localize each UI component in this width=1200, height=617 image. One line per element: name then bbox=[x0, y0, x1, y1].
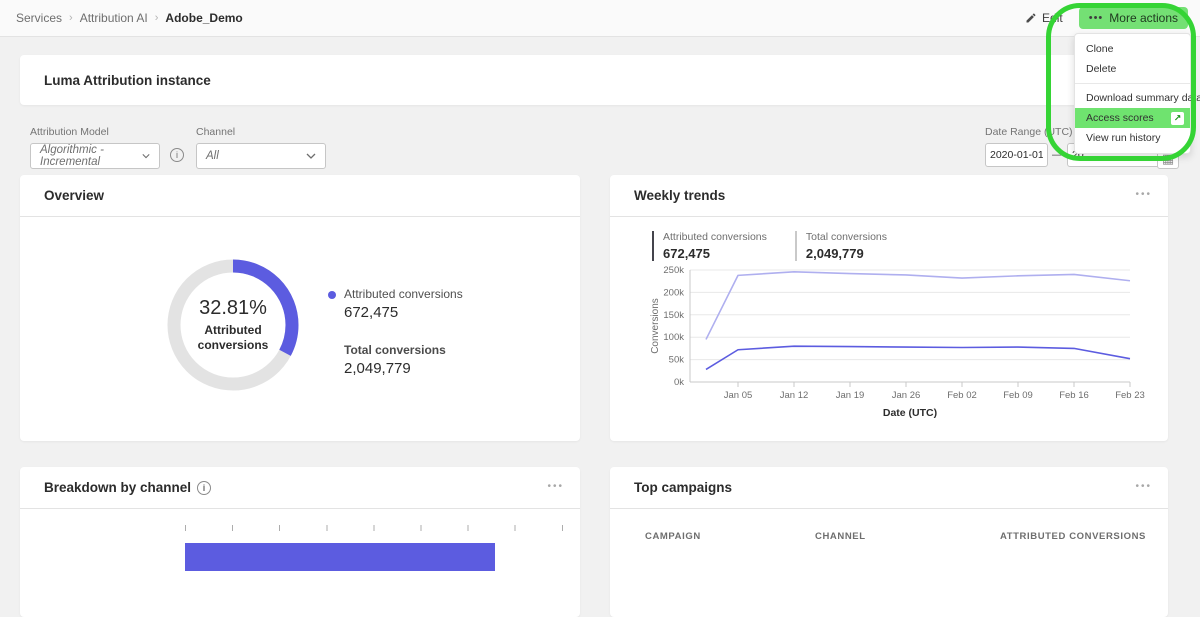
breadcrumb: Services › Attribution AI › Adobe_Demo bbox=[16, 11, 243, 25]
svg-text:200k: 200k bbox=[663, 287, 684, 298]
breadcrumb-services[interactable]: Services bbox=[16, 11, 62, 25]
overview-title: Overview bbox=[44, 188, 105, 203]
svg-text:50k: 50k bbox=[669, 355, 685, 366]
donut-percent: 32.81% bbox=[199, 297, 267, 319]
weekly-trends-header: Weekly trends ••• bbox=[610, 175, 1168, 217]
svg-text:150k: 150k bbox=[663, 310, 684, 321]
menu-item-clone[interactable]: Clone bbox=[1075, 39, 1190, 59]
top-campaigns-header: Top campaigns ••• bbox=[610, 467, 1168, 509]
legend-item-total: Total conversions 2,049,779 bbox=[328, 343, 463, 377]
svg-text:250k: 250k bbox=[663, 265, 684, 276]
overview-card-header: Overview bbox=[20, 175, 580, 217]
breakdown-info-icon[interactable]: i bbox=[197, 480, 212, 495]
svg-text:Date (UTC): Date (UTC) bbox=[883, 407, 937, 419]
chevron-down-icon bbox=[142, 154, 150, 159]
menu-separator bbox=[1075, 83, 1190, 84]
svg-text:Jan 26: Jan 26 bbox=[892, 390, 921, 401]
column-header-campaign: CAMPAIGN bbox=[645, 531, 701, 542]
svg-text:Feb 02: Feb 02 bbox=[947, 390, 977, 401]
breakdown-title: Breakdown by channel bbox=[44, 480, 192, 495]
legend-value: 672,475 bbox=[344, 304, 399, 321]
attribution-model-select[interactable]: Algorithmic - Incremental bbox=[30, 143, 160, 169]
channel-bar bbox=[185, 543, 495, 571]
channel-filter: Channel All bbox=[196, 126, 326, 169]
legend-label: Total conversions bbox=[344, 343, 446, 357]
trend-legend-label: Attributed conversions bbox=[663, 231, 767, 243]
overview-card: Overview 32.81% Attributed conversions A… bbox=[20, 175, 580, 441]
axis-ticks bbox=[185, 525, 563, 531]
legend-item-attributed: Attributed conversions 672,475 bbox=[328, 287, 463, 321]
top-campaigns-card: Top campaigns ••• CAMPAIGN CHANNEL ATTRI… bbox=[610, 467, 1168, 617]
edit-button[interactable]: Edit bbox=[1017, 7, 1071, 29]
breadcrumb-separator: › bbox=[69, 12, 73, 24]
attribution-model-filter: Attribution Model Algorithmic - Incremen… bbox=[30, 126, 160, 169]
weekly-trends-title: Weekly trends bbox=[634, 188, 726, 203]
legend-dot-icon bbox=[328, 291, 336, 299]
more-actions-menu: Clone Delete Download summary data Acces… bbox=[1074, 33, 1200, 154]
trend-legend-attributed[interactable]: Attributed conversions 672,475 bbox=[652, 231, 767, 261]
attribution-model-label: Attribution Model bbox=[30, 126, 109, 138]
top-bar: Services › Attribution AI › Adobe_Demo E… bbox=[0, 0, 1200, 37]
trend-legend-total[interactable]: Total conversions 2,049,779 bbox=[794, 231, 888, 261]
svg-text:0k: 0k bbox=[674, 377, 684, 388]
trend-legend-value: 672,475 bbox=[663, 246, 710, 261]
topbar-actions: Edit ••• More actions bbox=[1017, 7, 1188, 29]
svg-text:Feb 16: Feb 16 bbox=[1059, 390, 1089, 401]
menu-item-download-summary-data[interactable]: Download summary data bbox=[1075, 88, 1200, 108]
donut-metric-label: Attributed conversions bbox=[197, 323, 269, 352]
more-options-icon[interactable]: ••• bbox=[1135, 481, 1152, 492]
date-range-start-input[interactable] bbox=[985, 143, 1048, 167]
breadcrumb-attribution-ai[interactable]: Attribution AI bbox=[80, 11, 148, 25]
trend-legend: Attributed conversions 672,475 Total con… bbox=[652, 231, 887, 261]
top-campaigns-title: Top campaigns bbox=[634, 480, 733, 495]
channel-label: Channel bbox=[196, 126, 236, 138]
breakdown-by-channel-card: Breakdown by channel i ••• bbox=[20, 467, 580, 617]
svg-text:Jan 12: Jan 12 bbox=[780, 390, 809, 401]
attribution-model-value: Algorithmic - Incremental bbox=[40, 144, 104, 168]
svg-text:Feb 23: Feb 23 bbox=[1115, 390, 1145, 401]
open-in-new-icon: ↗ bbox=[1171, 111, 1184, 125]
date-range-separator: — bbox=[1052, 149, 1063, 161]
donut-chart: 32.81% Attributed conversions bbox=[163, 255, 303, 395]
svg-text:100k: 100k bbox=[663, 332, 684, 343]
edit-label: Edit bbox=[1042, 11, 1063, 25]
channel-select[interactable]: All bbox=[196, 143, 326, 169]
chevron-down-icon bbox=[306, 153, 316, 159]
access-scores-label: Access scores bbox=[1086, 112, 1154, 124]
breadcrumb-current-page: Adobe_Demo bbox=[165, 11, 243, 25]
legend-value: 2,049,779 bbox=[344, 360, 411, 377]
svg-text:Feb 09: Feb 09 bbox=[1003, 390, 1033, 401]
svg-text:Jan 05: Jan 05 bbox=[724, 390, 753, 401]
breadcrumb-separator: › bbox=[154, 12, 159, 24]
donut-center-text: 32.81% Attributed conversions bbox=[163, 255, 303, 395]
more-dots-icon: ••• bbox=[1088, 12, 1104, 24]
overview-legend: Attributed conversions 672,475 Total con… bbox=[328, 287, 463, 399]
instance-title: Luma Attribution instance bbox=[44, 72, 211, 88]
svg-text:Conversions: Conversions bbox=[650, 298, 661, 354]
legend-label: Attributed conversions bbox=[344, 287, 463, 301]
column-header-channel: CHANNEL bbox=[815, 531, 866, 542]
menu-item-view-run-history[interactable]: View run history bbox=[1075, 128, 1190, 148]
channel-value: All bbox=[206, 150, 219, 162]
instance-header-card: Luma Attribution instance bbox=[20, 55, 1180, 105]
more-options-icon[interactable]: ••• bbox=[1135, 189, 1152, 200]
menu-item-delete[interactable]: Delete bbox=[1075, 59, 1190, 79]
trend-legend-value: 2,049,779 bbox=[805, 246, 864, 261]
table-header-row: CAMPAIGN CHANNEL ATTRIBUTED CONVERSIONS bbox=[610, 531, 1168, 545]
more-actions-button[interactable]: ••• More actions bbox=[1078, 7, 1188, 29]
more-options-icon[interactable]: ••• bbox=[547, 481, 564, 492]
trend-legend-label: Total conversions bbox=[805, 231, 888, 243]
menu-item-access-scores[interactable]: Access scores ↗ bbox=[1075, 108, 1190, 128]
column-header-attributed-conversions: ATTRIBUTED CONVERSIONS bbox=[999, 531, 1146, 542]
svg-text:Jan 19: Jan 19 bbox=[836, 390, 865, 401]
pencil-icon bbox=[1025, 12, 1037, 24]
weekly-trends-card: Weekly trends ••• Attributed conversions… bbox=[610, 175, 1168, 441]
attribution-model-info-icon[interactable]: i bbox=[170, 148, 184, 162]
breakdown-header: Breakdown by channel i ••• bbox=[20, 467, 580, 509]
more-actions-label: More actions bbox=[1109, 11, 1178, 25]
